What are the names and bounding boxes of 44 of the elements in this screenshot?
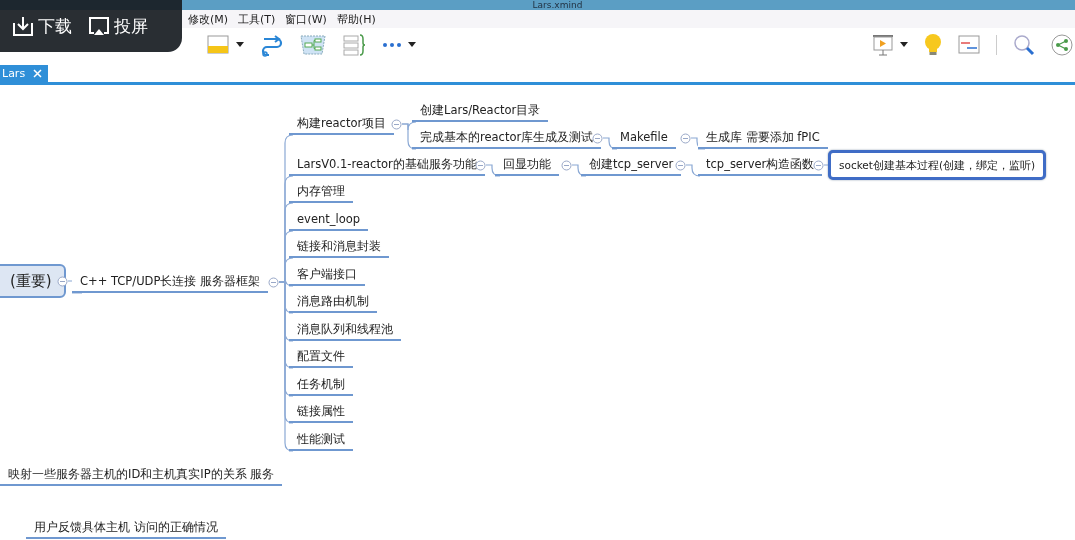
collapse-icon[interactable] xyxy=(268,277,279,288)
collapse-icon[interactable] xyxy=(475,160,486,171)
summary-icon[interactable] xyxy=(342,33,366,57)
collapse-icon[interactable] xyxy=(57,276,68,287)
connector-line xyxy=(690,137,706,150)
menu-item[interactable]: 修改(M) xyxy=(188,11,229,27)
menu-item[interactable]: 工具(T) xyxy=(238,11,276,27)
close-icon[interactable] xyxy=(33,69,43,78)
collapse-icon[interactable] xyxy=(680,133,691,144)
connector-line xyxy=(602,137,618,150)
topic-node[interactable]: socket创建基本过程(创建，绑定，监听) xyxy=(828,150,1047,180)
relationship-icon[interactable] xyxy=(260,33,284,57)
connector-line xyxy=(485,164,501,177)
download-button[interactable]: 下载 xyxy=(10,12,74,40)
cast-icon xyxy=(88,15,110,37)
collapse-icon[interactable] xyxy=(592,133,603,144)
topic-node[interactable]: 生成库 需要添加 fPIC xyxy=(698,127,828,149)
caret-icon[interactable] xyxy=(236,42,244,48)
caret-icon[interactable] xyxy=(408,42,416,48)
light-bulb-icon[interactable] xyxy=(924,33,942,57)
connector-line xyxy=(571,164,587,177)
collapse-icon[interactable] xyxy=(391,119,402,130)
topic-node[interactable]: 客户端接口 xyxy=(289,264,365,286)
presentation-icon[interactable] xyxy=(872,33,894,57)
menu-item[interactable]: 窗口(W) xyxy=(285,11,327,27)
download-icon xyxy=(12,15,34,37)
collapse-icon[interactable] xyxy=(561,160,572,171)
topic-node[interactable]: 映射一些服务器主机的ID和主机真实IP的关系 服务 xyxy=(0,464,283,486)
panel-icon[interactable] xyxy=(958,35,980,55)
search-icon[interactable] xyxy=(1013,34,1035,56)
boundary-icon[interactable] xyxy=(300,33,326,57)
share-icon[interactable] xyxy=(1051,34,1073,56)
cast-button[interactable]: 投屏 xyxy=(86,12,150,40)
topic-style-icon[interactable] xyxy=(206,33,230,57)
menu-item[interactable]: 帮助(H) xyxy=(336,11,376,27)
topic-node[interactable]: 用户反馈具体主机 访问的正确情况 xyxy=(26,517,226,539)
tab-label: Lars xyxy=(2,67,26,80)
window-title: Lars.xmind xyxy=(532,0,583,10)
collapse-icon[interactable] xyxy=(813,160,824,171)
collapse-icon[interactable] xyxy=(675,160,686,171)
connector-line xyxy=(685,164,701,177)
topic-node[interactable]: 完成基本的reactor库生成及测试 xyxy=(412,127,602,149)
central-topic[interactable]: (重要) xyxy=(0,264,66,298)
caret-icon[interactable] xyxy=(900,42,908,48)
